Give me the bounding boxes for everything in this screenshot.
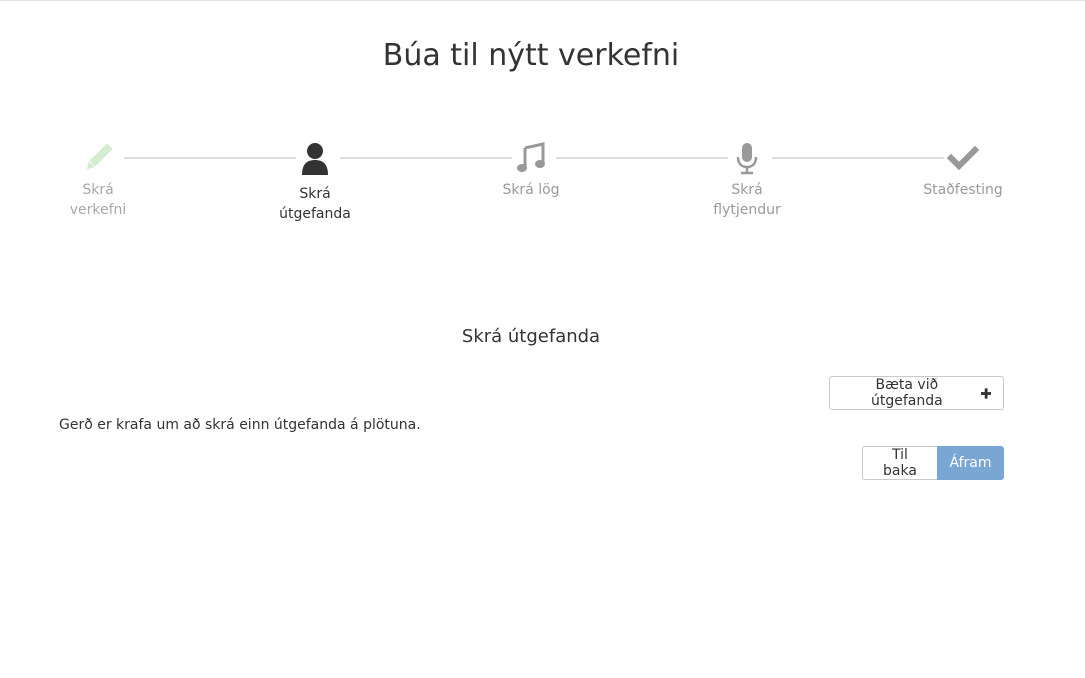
add-publisher-label: Bæta við útgefanda [871,377,943,409]
top-border [0,0,1085,1]
step-label: Staðfesting [923,182,1003,198]
music-icon [517,142,545,172]
check-icon [946,145,980,171]
wizard-step-skra-log[interactable]: Skrá lög [471,140,591,200]
step-label: Skrá flytjendur [713,182,781,218]
plus-icon [980,387,991,399]
wizard-progress: Skrá verkefni Skrá útgefanda Skrá lög Sk… [0,140,1085,240]
section-title: Skrá útgefanda [461,326,601,347]
wizard-step-skra-verkefni[interactable]: Skrá verkefni [38,140,158,220]
back-button[interactable]: Til baka [862,446,938,480]
step-label: Skrá lög [502,182,560,198]
wizard-step-skra-flytjendur[interactable]: Skrá flytjendur [687,140,807,220]
step-label: Skrá verkefni [69,182,127,218]
add-publisher-button[interactable]: Bæta við útgefanda [829,376,1004,410]
page-title: Búa til nýtt verkefni [382,38,680,73]
step-label: Skrá útgefanda [279,186,351,222]
requirement-text: Gerð er krafa um að skrá einn útgefanda … [59,417,421,433]
microphone-icon [736,143,758,175]
next-button[interactable]: Áfram [937,446,1004,480]
wizard-step-skra-utgefanda[interactable]: Skrá útgefanda [255,140,375,224]
user-icon [302,143,328,175]
navigation-buttons: Til baka Áfram [862,446,1004,480]
wizard-step-stadfesting[interactable]: Staðfesting [903,140,1023,200]
pencil-icon [86,143,113,170]
